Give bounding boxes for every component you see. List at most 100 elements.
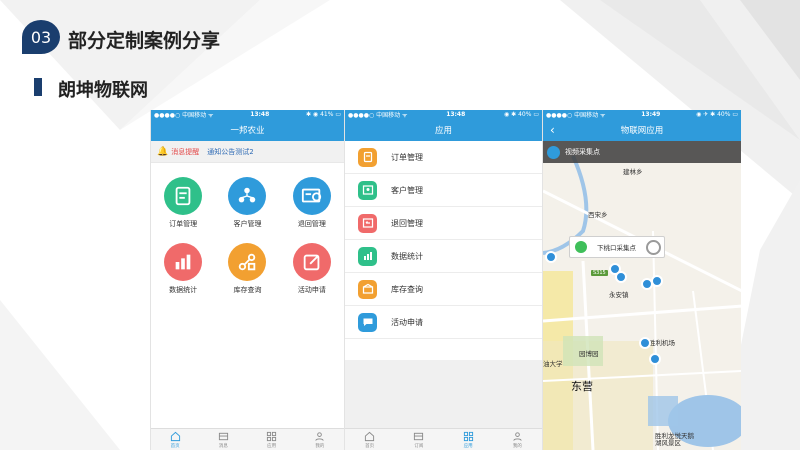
- subtitle: 朗坤物联网: [58, 80, 148, 101]
- camera-bar-label: 视频采集点: [565, 148, 600, 156]
- bell-icon: 🔔: [157, 146, 169, 157]
- chart-icon: [164, 243, 203, 281]
- apps-icon: [463, 431, 473, 441]
- carrier: ●●●●○ 中国移动 ᯤ: [546, 112, 606, 119]
- customer-icon: [228, 177, 267, 215]
- customer-icon: [358, 180, 377, 200]
- notice-text[interactable]: 通知公告测试2: [207, 147, 253, 157]
- menu-item-order[interactable]: 订单管理: [345, 141, 542, 174]
- camera-icon: [575, 241, 587, 253]
- clock: 13:49: [641, 111, 661, 118]
- status-bar: ●●●●○ 中国移动 ᯤ 13:49 ◉ ✈ ✱ 40% ▭: [543, 110, 741, 119]
- grid-label: 数据统计: [169, 286, 198, 294]
- inventory-icon: [228, 243, 267, 281]
- search-icon[interactable]: [646, 240, 661, 255]
- tab-home[interactable]: 首页: [364, 431, 375, 449]
- nav-bar: ‹ 物联网应用: [543, 119, 741, 141]
- battery: ◉ ✈ ✱ 40% ▭: [696, 111, 738, 118]
- message-icon: [414, 432, 424, 440]
- grid-item-return[interactable]: 退回管理: [280, 177, 344, 229]
- user-icon: [315, 431, 324, 441]
- tab-bar: 首页 消息 应用 我的: [151, 428, 344, 450]
- tab-profile[interactable]: 我的: [314, 431, 325, 449]
- screen-title: 一邦农业: [230, 126, 265, 136]
- carrier: ●●●●○ 中国移动 ᯤ: [348, 112, 408, 119]
- status-bar: ●●●●○ 中国移动 ᯤ 13:48 ✱ ◉ 41% ▭: [151, 110, 344, 119]
- menu-label: 库存查询: [391, 284, 423, 294]
- grid-label: 订单管理: [169, 220, 198, 228]
- grid-item-customer[interactable]: 客户管理: [215, 177, 279, 229]
- camera-pin[interactable]: [545, 251, 557, 263]
- chat-icon: [358, 312, 377, 332]
- tab-apps[interactable]: 应用: [266, 431, 277, 449]
- clock: 13:48: [250, 111, 270, 118]
- inventory-icon: [358, 279, 377, 299]
- grid-item-statistics[interactable]: 数据统计: [151, 243, 215, 295]
- app-menu-list: 订单管理 客户管理 退回管理 数据统计 库存查询 活动申请: [345, 141, 542, 339]
- grid-label: 客户管理: [233, 220, 262, 228]
- grid-label: 活动申请: [297, 286, 326, 294]
- camera-pin[interactable]: [639, 337, 651, 349]
- tab-profile[interactable]: 我的: [512, 431, 523, 449]
- grid-label: 库存查询: [233, 286, 262, 294]
- camera-pin[interactable]: [651, 275, 663, 287]
- tab-label: 首页: [365, 443, 375, 449]
- menu-item-activity[interactable]: 活动申请: [345, 306, 542, 339]
- tab-home[interactable]: 首页: [170, 431, 181, 449]
- section-title: 部分定制案例分享: [68, 30, 221, 52]
- grid-item-order[interactable]: 订单管理: [151, 177, 215, 229]
- back-icon[interactable]: ‹: [550, 123, 555, 137]
- grid-item-inventory[interactable]: 库存查询: [215, 243, 279, 295]
- menu-label: 客户管理: [391, 185, 423, 195]
- map-base: [543, 155, 741, 450]
- place-label: 园博园: [579, 350, 599, 358]
- return-icon: [292, 177, 331, 215]
- grid-label: 退回管理: [297, 220, 326, 228]
- tab-label: 我的: [512, 443, 522, 449]
- nav-bar: 应用: [345, 119, 542, 141]
- camera-pin[interactable]: [615, 271, 627, 283]
- camera-pin[interactable]: [649, 353, 661, 365]
- app-grid: 订单管理 客户管理 退回管理 数据统计 库存查询 活动申请: [151, 163, 344, 295]
- menu-item-inventory[interactable]: 库存查询: [345, 273, 542, 306]
- popup-label: 下桃口采集点: [597, 244, 636, 252]
- tab-message[interactable]: 消息: [218, 431, 229, 449]
- battery: ✱ ◉ 41% ▭: [306, 111, 341, 118]
- chart-icon: [358, 246, 377, 266]
- carrier: ●●●●○ 中国移动 ᯤ: [154, 112, 214, 119]
- edit-icon: [292, 243, 331, 281]
- screen-title: 应用: [434, 126, 452, 136]
- nav-bar: 一邦农业: [151, 119, 344, 141]
- status-bar: ●●●●○ 中国移动 ᯤ 13:48 ◉ ✱ 40% ▭: [345, 110, 542, 119]
- grid-item-activity[interactable]: 活动申请: [280, 243, 344, 295]
- map-view[interactable]: 建林乡 西宋乡 永安镇 胜利机场 园博园 油大学 东营 胜利龙悦天鹅湖风景区 S…: [543, 141, 741, 450]
- order-icon: [358, 147, 377, 167]
- place-label: 胜利机场: [649, 339, 675, 347]
- phone-screen-map: ●●●●○ 中国移动 ᯤ 13:49 ◉ ✈ ✱ 40% ▭ ‹ 物联网应用 建…: [542, 110, 741, 450]
- return-icon: [358, 213, 377, 233]
- place-label: 永安镇: [609, 291, 629, 299]
- menu-label: 退回管理: [391, 218, 423, 228]
- menu-label: 活动申请: [391, 317, 423, 327]
- menu-item-statistics[interactable]: 数据统计: [345, 240, 542, 273]
- tab-label: 应用: [463, 443, 473, 449]
- notice-bar[interactable]: 🔔 消息提醒 通知公告测试2: [151, 141, 344, 163]
- menu-label: 订单管理: [391, 152, 423, 162]
- menu-item-customer[interactable]: 客户管理: [345, 174, 542, 207]
- tab-apps[interactable]: 应用: [463, 431, 474, 449]
- camera-icon: [547, 145, 560, 159]
- tab-label: 消息: [218, 443, 228, 449]
- section-number-badge: 03: [22, 20, 60, 54]
- notice-label: 消息提醒: [171, 147, 200, 156]
- phone-screen-home: ●●●●○ 中国移动 ᯤ 13:48 ✱ ◉ 41% ▭ 一邦农业 🔔 消息提醒…: [150, 110, 344, 450]
- subtitle-marker: [34, 78, 42, 96]
- place-label: 胜利龙悦天鹅湖风景区: [655, 432, 694, 447]
- camera-point-bar[interactable]: 视频采集点: [543, 141, 741, 163]
- menu-item-return[interactable]: 退回管理: [345, 207, 542, 240]
- message-icon: [218, 432, 228, 440]
- map-popup[interactable]: 下桃口采集点: [569, 236, 665, 258]
- order-icon: [164, 177, 203, 215]
- tab-subscribe[interactable]: 订阅: [413, 431, 424, 449]
- place-label: 建林乡: [623, 168, 643, 176]
- apps-icon: [267, 431, 277, 441]
